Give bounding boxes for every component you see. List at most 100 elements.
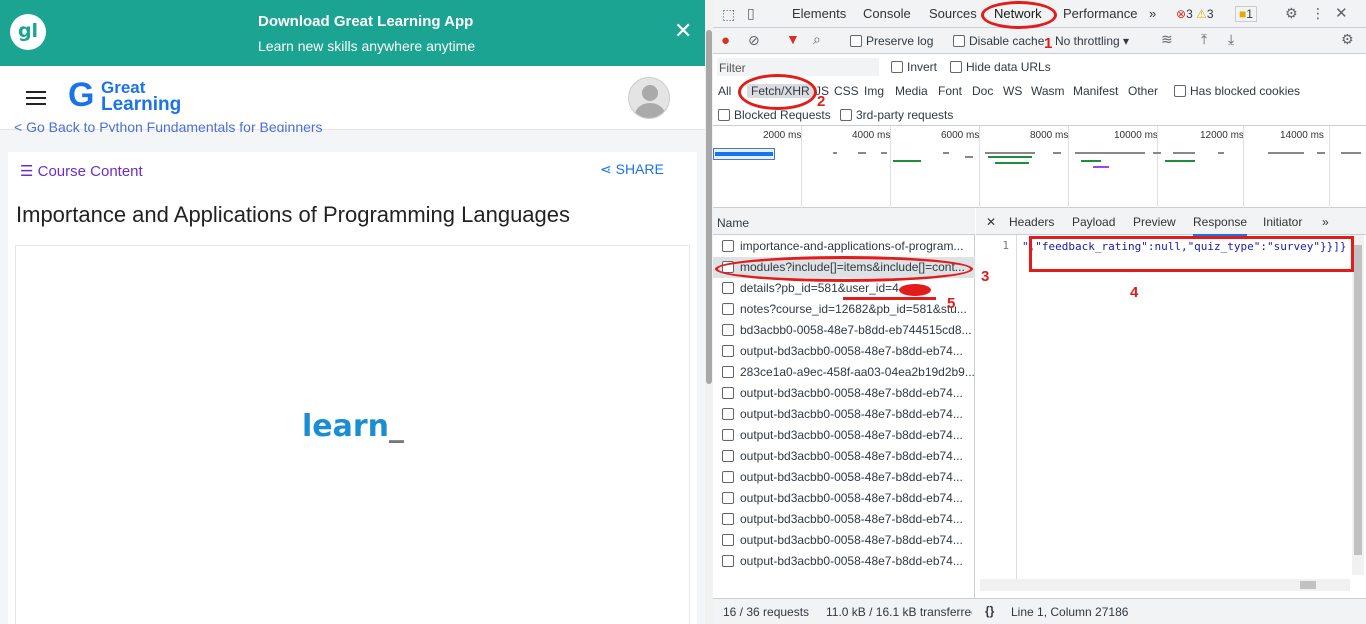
search-icon[interactable]: ⌕ (813, 31, 821, 48)
response-body[interactable]: 1 ","feedback_rating":null,"quiz_type":"… (976, 235, 1366, 591)
blocked-requests-label: Blocked Requests (734, 108, 831, 122)
pretty-print-icon[interactable]: {} (985, 604, 994, 618)
table-row[interactable]: notes?course_id=12682&pb_id=581&stu... (713, 299, 975, 320)
type-other[interactable]: Other (1128, 84, 1158, 98)
tab-console[interactable]: Console (863, 6, 911, 21)
type-font[interactable]: Font (938, 84, 962, 98)
throttling-select[interactable]: No throttling ▾ (1055, 34, 1129, 48)
row-checkbox (722, 429, 734, 441)
page-scrollbar[interactable] (705, 0, 713, 624)
table-row[interactable]: output-bd3acbb0-0058-48e7-b8dd-eb74... (713, 551, 975, 572)
share-button[interactable]: ⋖ SHARE (600, 161, 664, 178)
type-css[interactable]: CSS (834, 84, 859, 98)
clear-icon[interactable]: ⊘ (748, 32, 760, 49)
tab-elements[interactable]: Elements (792, 6, 846, 21)
export-har-icon[interactable]: ⤓ (1228, 31, 1234, 48)
tick-2000: 2000 ms (763, 130, 802, 141)
tab-preview[interactable]: Preview (1133, 215, 1176, 229)
tick-6000: 6000 ms (941, 130, 980, 141)
table-row[interactable]: output-bd3acbb0-0058-48e7-b8dd-eb74... (713, 341, 975, 362)
disable-cache-checkbox[interactable]: Disable cache (953, 34, 1044, 48)
network-settings-icon[interactable]: ⚙ (1341, 31, 1354, 48)
course-content-button[interactable]: ☰ Course Content (20, 162, 143, 180)
detail-tabbar: ✕ Headers Payload Preview Response Initi… (976, 208, 1366, 236)
table-row[interactable]: output-bd3acbb0-0058-48e7-b8dd-eb74... (713, 509, 975, 530)
invert-checkbox[interactable]: Invert (891, 60, 937, 74)
hide-data-urls-label: Hide data URLs (966, 60, 1051, 74)
table-row[interactable]: output-bd3acbb0-0058-48e7-b8dd-eb74... (713, 488, 975, 509)
player-logo-text: learn (302, 409, 390, 444)
type-wasm[interactable]: Wasm (1031, 84, 1065, 98)
logo-mark: G (68, 76, 95, 114)
tab-initiator[interactable]: Initiator (1263, 215, 1302, 229)
close-icon[interactable]: ✕ (674, 20, 692, 42)
more-tabs-icon[interactable]: » (1149, 6, 1156, 21)
table-row[interactable]: output-bd3acbb0-0058-48e7-b8dd-eb74... (713, 383, 975, 404)
close-detail-icon[interactable]: ✕ (986, 215, 996, 229)
response-vscroll[interactable] (1352, 235, 1364, 575)
table-row[interactable]: importance-and-applications-of-program..… (713, 236, 975, 257)
type-media[interactable]: Media (895, 84, 928, 98)
more-detail-tabs-icon[interactable]: » (1322, 215, 1329, 229)
line-number: 1 (976, 235, 1017, 585)
table-row[interactable]: 283ce1a0-a9ec-458f-aa03-04ea2b19d2b9... (713, 362, 975, 383)
request-name: output-bd3acbb0-0058-48e7-b8dd-eb74... (740, 554, 963, 568)
preserve-log-checkbox[interactable]: Preserve log (850, 34, 933, 48)
inspect-icon[interactable]: ⬚ (722, 6, 735, 23)
tick-14000: 14000 ms (1280, 130, 1324, 141)
row-checkbox (722, 303, 734, 315)
tab-headers[interactable]: Headers (1009, 215, 1054, 229)
status-bar: 16 / 36 requests 11.0 kB / 16.1 kB trans… (713, 598, 1366, 624)
network-conditions-icon[interactable]: ≋ (1161, 31, 1173, 48)
kebab-menu-icon[interactable]: ⋮ (1311, 5, 1325, 22)
tab-performance[interactable]: Performance (1063, 6, 1137, 21)
table-row[interactable]: output-bd3acbb0-0058-48e7-b8dd-eb74... (713, 425, 975, 446)
warning-count-value: 3 (1206, 7, 1214, 21)
third-party-checkbox[interactable]: 3rd-party requests (840, 108, 953, 122)
table-row[interactable]: output-bd3acbb0-0058-48e7-b8dd-eb74... (713, 467, 975, 488)
request-name: output-bd3acbb0-0058-48e7-b8dd-eb74... (740, 512, 963, 526)
error-count[interactable]: ⊗3 ⚠3 (1176, 7, 1214, 21)
table-row[interactable]: bd3acbb0-0058-48e7-b8dd-eb744515cd8... (713, 320, 975, 341)
network-timeline[interactable]: 2000 ms 4000 ms 6000 ms 8000 ms 10000 ms… (713, 126, 1366, 208)
has-blocked-cookies-checkbox[interactable]: Has blocked cookies (1174, 84, 1300, 98)
video-player[interactable]: learn_ (15, 245, 690, 624)
blocked-requests-checkbox[interactable]: Blocked Requests (718, 108, 831, 122)
filter-input[interactable]: Filter (717, 58, 879, 76)
annotation-5: 5 (947, 295, 956, 312)
device-toolbar-icon[interactable]: ▯ (747, 5, 755, 22)
settings-icon[interactable]: ⚙ (1285, 5, 1298, 22)
close-devtools-icon[interactable]: ✕ (1335, 4, 1348, 22)
type-doc[interactable]: Doc (972, 84, 993, 98)
type-all[interactable]: All (718, 84, 731, 98)
name-column-header[interactable]: Name (713, 208, 975, 235)
filter-icon[interactable]: ▼ (786, 31, 800, 47)
hide-data-urls-checkbox[interactable]: Hide data URLs (950, 60, 1051, 74)
tick-10000: 10000 ms (1114, 130, 1158, 141)
menu-icon[interactable] (26, 91, 46, 109)
type-img[interactable]: Img (864, 84, 884, 98)
table-row[interactable]: output-bd3acbb0-0058-48e7-b8dd-eb74... (713, 446, 975, 467)
request-name: output-bd3acbb0-0058-48e7-b8dd-eb74... (740, 344, 963, 358)
network-toolbar: ● ⊘ ▼ ⌕ Preserve log Disable cache No th… (713, 28, 1366, 54)
logo-word-2: Learning (101, 94, 182, 115)
course-card: ☰ Course Content ⋖ SHARE Importance and … (8, 152, 697, 624)
type-ws[interactable]: WS (1003, 84, 1022, 98)
row-checkbox (722, 282, 734, 294)
response-hscroll[interactable] (980, 579, 1350, 591)
course-content-label: Course Content (37, 163, 143, 180)
has-blocked-cookies-label: Has blocked cookies (1190, 84, 1301, 98)
tab-response[interactable]: Response (1193, 215, 1248, 236)
type-manifest[interactable]: Manifest (1073, 84, 1118, 98)
breadcrumb[interactable]: < Go Back to Python Fundamentals for Beg… (14, 118, 323, 132)
import-har-icon[interactable]: ⤒ (1201, 31, 1207, 48)
tab-payload[interactable]: Payload (1072, 215, 1115, 229)
issues-badge[interactable]: ■1 (1235, 6, 1257, 22)
avatar[interactable] (628, 77, 670, 119)
request-name: bd3acbb0-0058-48e7-b8dd-eb744515cd8... (740, 323, 972, 337)
annotation-4: 4 (1130, 284, 1139, 301)
tab-sources[interactable]: Sources (929, 6, 977, 21)
record-icon[interactable]: ● (721, 32, 730, 49)
table-row[interactable]: output-bd3acbb0-0058-48e7-b8dd-eb74... (713, 530, 975, 551)
table-row[interactable]: output-bd3acbb0-0058-48e7-b8dd-eb74... (713, 404, 975, 425)
